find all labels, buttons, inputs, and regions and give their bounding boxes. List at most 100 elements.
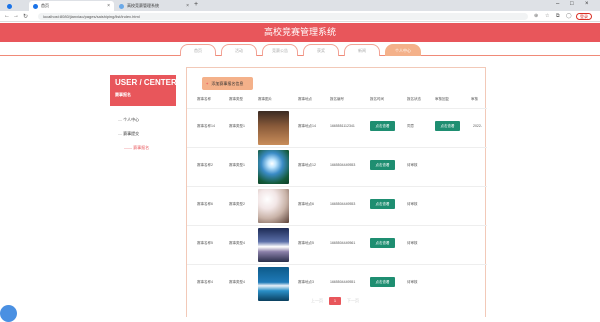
nav-notice[interactable]: 竞赛公告 bbox=[262, 44, 298, 56]
new-tab-button[interactable]: + bbox=[194, 1, 198, 8]
maximize-icon[interactable]: □ bbox=[570, 1, 574, 7]
browser-tab-1[interactable]: 首页 × bbox=[29, 1, 114, 11]
cell-place: 赛事地点3 bbox=[298, 280, 314, 284]
close-window-icon[interactable]: × bbox=[585, 1, 589, 7]
cell-type: 赛事类型1 bbox=[229, 163, 245, 167]
cell-status: 同意 bbox=[407, 124, 414, 128]
star-icon[interactable]: ☆ bbox=[545, 13, 549, 19]
sidebar-header: USER / CENTER 赛事报名 bbox=[110, 75, 177, 106]
nav-awards[interactable]: 获奖 bbox=[303, 44, 339, 56]
address-bar: ← → ↻ localhost:8080/jianxiao/pages/sais… bbox=[0, 11, 600, 22]
th-name: 赛事名称 bbox=[197, 97, 211, 101]
tab-label: 首页 bbox=[41, 3, 49, 8]
race-image bbox=[258, 228, 289, 262]
table-row: 赛事名称6 赛事类型2 赛事地点6 1665504449553 点击查看 待审核 bbox=[187, 186, 487, 224]
url-input[interactable]: localhost:8080/jianxiao/pages/saishiping… bbox=[38, 13, 528, 20]
app-header: 高校竞赛管理系统 bbox=[0, 23, 600, 42]
help-icon[interactable] bbox=[0, 305, 17, 322]
page-title: 高校竞赛管理系统 bbox=[263, 27, 336, 37]
favicon-icon bbox=[33, 3, 38, 9]
th-audit: 审核 bbox=[471, 97, 478, 101]
profile-icon[interactable]: ◯ bbox=[566, 13, 572, 19]
forward-icon[interactable]: → bbox=[13, 13, 19, 19]
add-signup-button[interactable]: + 添加赛事报名信息 bbox=[202, 77, 253, 90]
th-status: 报名状态 bbox=[407, 97, 421, 101]
cell-status: 待审核 bbox=[407, 163, 418, 167]
race-image bbox=[258, 267, 289, 301]
cell-id: 1665504449553 bbox=[330, 163, 356, 167]
cell-id: 1665504449561 bbox=[330, 241, 356, 245]
cell-place: 赛事地点12 bbox=[298, 163, 316, 167]
view-reply-button[interactable]: 点击查看 bbox=[435, 121, 460, 131]
cell-place: 赛事地点5 bbox=[298, 241, 314, 245]
add-button-label: 添加赛事报名信息 bbox=[211, 81, 244, 86]
sidebar-item-label: 赛事报名 bbox=[133, 145, 150, 150]
cell-name: 赛事名称2 bbox=[197, 163, 213, 167]
reload-icon[interactable]: ↻ bbox=[23, 13, 28, 20]
cell-type: 赛事类型2 bbox=[229, 202, 245, 206]
table-row: 赛事名称14 赛事类型1 赛事地点14 1665551112341 点击查看 同… bbox=[187, 108, 487, 146]
sidebar-subtitle: 赛事报名 bbox=[115, 92, 131, 97]
sidebar-item-user-center[interactable]: — 个人中心 bbox=[118, 117, 139, 123]
browser-tab-0[interactable] bbox=[3, 1, 27, 11]
cell-status: 待审核 bbox=[407, 280, 418, 284]
cell-status: 待审核 bbox=[407, 202, 418, 206]
th-place: 赛事地点 bbox=[298, 97, 312, 101]
sidebar-item-signup[interactable]: —— 赛事报名 bbox=[124, 145, 149, 151]
back-icon[interactable]: ← bbox=[4, 13, 10, 19]
favicon-icon bbox=[119, 3, 124, 9]
close-icon[interactable]: × bbox=[107, 3, 110, 9]
sidebar-item-label: 赛事提交 bbox=[123, 131, 140, 136]
cell-type: 赛事类型4 bbox=[229, 241, 245, 245]
browser-tab-2[interactable]: 高校竞赛管理系统 × bbox=[115, 1, 193, 11]
cell-name: 赛事名称5 bbox=[197, 241, 213, 245]
close-icon[interactable]: × bbox=[186, 3, 189, 9]
view-button[interactable]: 点击查看 bbox=[370, 121, 395, 131]
pager-prev-button[interactable]: 上一页 bbox=[311, 297, 323, 305]
table-header: 赛事名称 赛事类型 赛事图片 赛事地点 报名编号 报名时间 报名状态 审核回复 … bbox=[187, 97, 487, 104]
view-button[interactable]: 点击查看 bbox=[370, 238, 395, 248]
nav-user-center[interactable]: 个人中心 bbox=[385, 44, 421, 56]
plus-icon: + bbox=[206, 81, 209, 86]
table-row: 赛事名称5 赛事类型4 赛事地点5 1665504449561 点击查看 待审核 bbox=[187, 225, 487, 263]
cell-id: 1665504449551 bbox=[330, 280, 356, 284]
race-image bbox=[258, 150, 289, 184]
pager-next-button[interactable]: 下一页 bbox=[347, 297, 359, 305]
cell-id: 1665504449553 bbox=[330, 202, 356, 206]
race-image bbox=[258, 189, 289, 223]
login-button[interactable]: 登录 bbox=[576, 13, 592, 20]
sidebar-item-label: 个人中心 bbox=[123, 117, 140, 122]
race-image bbox=[258, 111, 289, 145]
nav-home[interactable]: 首页 bbox=[180, 44, 216, 56]
sidebar-title: USER / CENTER bbox=[115, 78, 177, 87]
nav-activity[interactable]: 活动 bbox=[221, 44, 257, 56]
extensions-icon[interactable]: ⧉ bbox=[556, 13, 560, 19]
th-reply: 审核回复 bbox=[435, 97, 449, 101]
table-row: 赛事名称2 赛事类型1 赛事地点12 1665504449553 点击查看 待审… bbox=[187, 147, 487, 185]
nav-news[interactable]: 新闻 bbox=[344, 44, 380, 56]
content-panel: + 添加赛事报名信息 赛事名称 赛事类型 赛事图片 赛事地点 报名编号 报名时间 … bbox=[186, 67, 487, 317]
cell-status: 待审核 bbox=[407, 241, 418, 245]
browser-tab-bar: 首页 × 高校竞赛管理系统 × + – □ × bbox=[0, 0, 600, 11]
tab-label: 高校竞赛管理系统 bbox=[127, 3, 159, 8]
cell-place: 赛事地点6 bbox=[298, 202, 314, 206]
view-button[interactable]: 点击查看 bbox=[370, 199, 395, 209]
view-button[interactable]: 点击查看 bbox=[370, 277, 395, 287]
cell-place: 赛事地点14 bbox=[298, 124, 316, 128]
th-image: 赛事图片 bbox=[258, 97, 272, 101]
zoom-icon[interactable]: ⊕ bbox=[534, 13, 538, 19]
sidebar-item-submit[interactable]: — 赛事提交 bbox=[118, 131, 139, 137]
cell-type: 赛事类型1 bbox=[229, 124, 245, 128]
favicon-icon bbox=[7, 3, 12, 9]
cell-audit: 2022- bbox=[473, 124, 482, 128]
minimize-icon[interactable]: – bbox=[556, 1, 559, 7]
pager-page-1[interactable]: 1 bbox=[329, 297, 341, 305]
cell-type: 赛事类型4 bbox=[229, 280, 245, 284]
main-nav: 首页 活动 竞赛公告 获奖 新闻 个人中心 bbox=[0, 42, 600, 56]
cell-name: 赛事名称4 bbox=[197, 280, 213, 284]
cell-name: 赛事名称6 bbox=[197, 202, 213, 206]
cell-name: 赛事名称14 bbox=[197, 124, 215, 128]
cell-id: 1665551112341 bbox=[330, 124, 355, 128]
view-button[interactable]: 点击查看 bbox=[370, 160, 395, 170]
th-id: 报名编号 bbox=[330, 97, 344, 101]
